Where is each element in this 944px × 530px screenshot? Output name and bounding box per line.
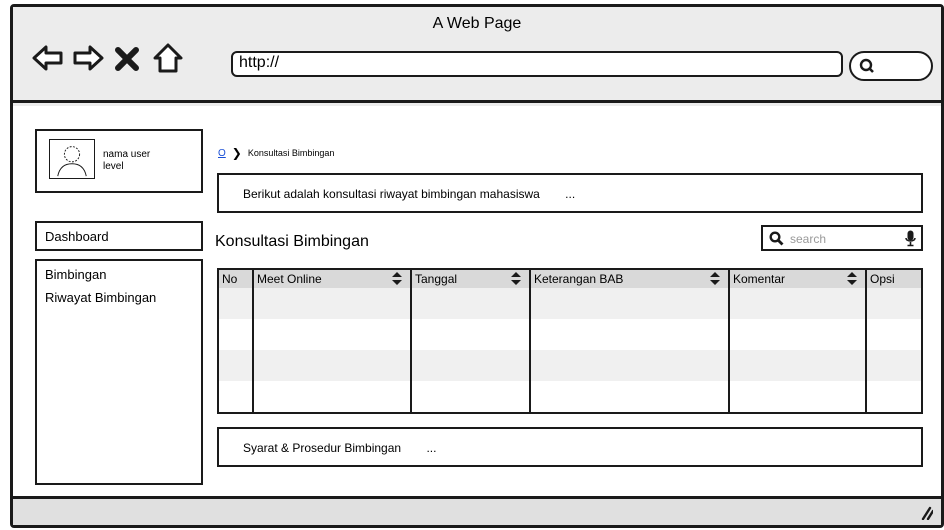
forward-arrow-icon[interactable] [71,41,105,75]
address-bar[interactable]: http:// [231,51,843,77]
browser-search-button[interactable] [849,51,933,81]
microphone-icon[interactable] [905,230,916,247]
column-header-tanggal[interactable]: Tanggal [411,270,531,288]
sidebar-item-bimbingan[interactable]: Bimbingan [45,267,193,282]
search-icon [769,231,784,246]
sidebar-menu: Bimbingan Riwayat Bimbingan [35,259,203,485]
resize-handle-icon[interactable] [917,504,933,520]
info-top-text: Berikut adalah konsultasi riwayat bimbin… [243,187,540,201]
page-title: Konsultasi Bimbingan [215,233,369,250]
browser-window: A Web Page http:// nama user level Dashb… [10,4,944,528]
table-row[interactable] [219,288,921,319]
column-header-keterangan-bab[interactable]: Keterangan BAB [530,270,730,288]
search-input[interactable]: search [761,225,923,251]
table-row[interactable] [219,381,921,412]
breadcrumb-current: Konsultasi Bimbingan [247,148,335,158]
info-panel-bottom: Syarat & Prosedur Bimbingan ... [217,427,923,467]
table-row[interactable] [219,350,921,381]
sort-icon[interactable] [710,272,720,285]
page-content: nama user level Dashboard Bimbingan Riwa… [13,106,941,499]
sidebar-item-dashboard[interactable]: Dashboard [35,221,203,251]
user-name: nama user [103,149,151,160]
back-arrow-icon[interactable] [31,41,65,75]
breadcrumb-home-link[interactable]: O [218,148,226,159]
browser-status-bar [13,496,941,525]
window-title: A Web Page [432,15,522,32]
home-icon[interactable] [151,41,185,75]
user-avatar-icon [57,146,87,177]
column-header-meet-online[interactable]: Meet Online [253,270,412,288]
table-row[interactable] [219,319,921,350]
column-header-opsi: Opsi [866,270,921,288]
column-header-no: No [219,270,254,288]
info-bottom-text: Syarat & Prosedur Bimbingan [243,441,402,455]
breadcrumb: O ❯ Konsultasi Bimbingan [218,146,334,160]
info-bottom-ellipsis: ... [426,441,437,455]
user-profile-card: nama user level [35,129,203,193]
info-top-ellipsis: ... [565,187,576,201]
sort-icon[interactable] [847,272,857,285]
close-x-icon[interactable] [113,41,141,75]
search-icon [859,58,874,73]
chevron-right-icon: ❯ [231,146,242,160]
browser-titlebar: A Web Page http:// [13,7,941,103]
search-placeholder: search [790,232,827,246]
avatar [49,139,95,179]
sidebar-item-riwayat-bimbingan[interactable]: Riwayat Bimbingan [45,290,193,305]
user-level: level [103,161,124,172]
table-header-row: No Meet Online Tanggal Keterangan BAB Ko… [219,270,921,288]
column-header-komentar[interactable]: Komentar [729,270,867,288]
sort-icon[interactable] [392,272,402,285]
sort-icon[interactable] [511,272,521,285]
info-panel-top: Berikut adalah konsultasi riwayat bimbin… [217,173,923,213]
data-table: No Meet Online Tanggal Keterangan BAB Ko… [217,268,923,414]
